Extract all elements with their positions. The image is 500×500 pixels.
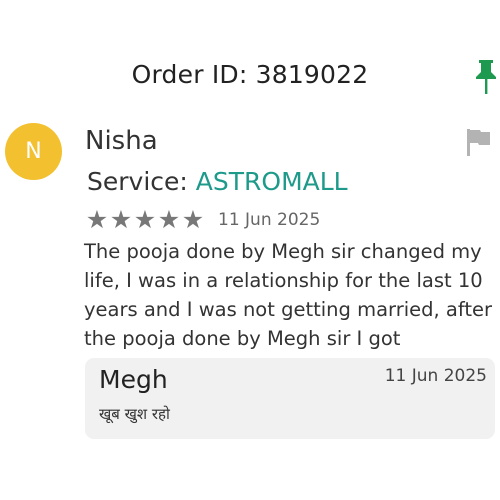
rating-row: ★ ★ ★ ★ ★ 11 Jun 2025 — [85, 205, 320, 235]
avatar: N — [5, 123, 62, 180]
review-text: The pooja done by Megh sir changed my li… — [84, 240, 493, 350]
service-line: Service: ASTROMALL — [87, 167, 348, 196]
star-icon: ★ — [85, 205, 109, 234]
report-flag-icon[interactable] — [466, 128, 492, 156]
service-value: ASTROMALL — [195, 167, 348, 196]
reply-date: 11 Jun 2025 — [384, 366, 487, 386]
order-id-title: Order ID: 3819022 — [131, 60, 369, 89]
service-label: Service: — [87, 167, 188, 196]
star-icon: ★ — [109, 205, 133, 234]
star-rating: ★ ★ ★ ★ ★ — [85, 205, 205, 235]
star-icon: ★ — [133, 205, 157, 234]
reply-author: Megh — [99, 365, 168, 394]
pushpin-icon[interactable] — [474, 58, 498, 96]
review-date: 11 Jun 2025 — [218, 210, 321, 230]
star-icon: ★ — [181, 205, 205, 234]
reply-text: खूब खुश रहो — [99, 405, 170, 423]
reply-card: Megh 11 Jun 2025 खूब खुश रहो — [85, 358, 495, 439]
reviewer-name: Nisha — [85, 126, 158, 156]
star-icon: ★ — [157, 205, 181, 234]
